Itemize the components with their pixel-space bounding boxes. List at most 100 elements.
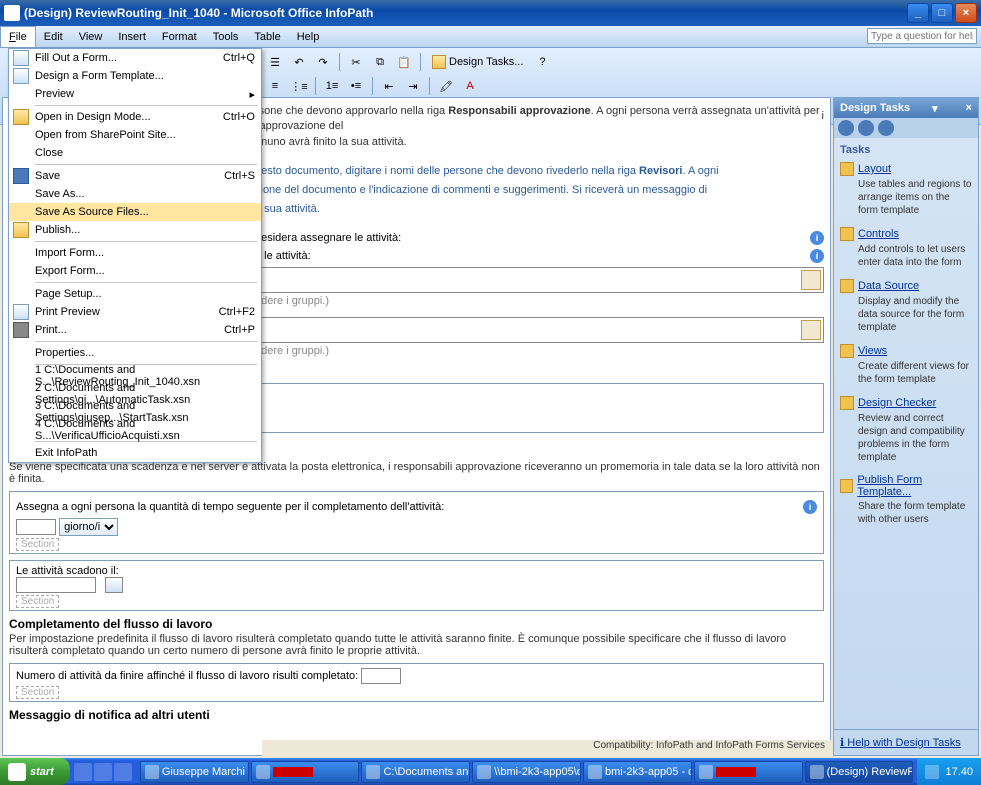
file-menu-item[interactable]: Design a Form Template...	[9, 67, 261, 85]
taskpane-link[interactable]: Layout	[840, 162, 972, 176]
nav-home-icon[interactable]	[878, 120, 894, 136]
quantity-input[interactable]	[16, 519, 56, 535]
menu-insert[interactable]: Insert	[110, 26, 154, 47]
taskbar-item[interactable]: (Design) ReviewR...	[805, 761, 914, 783]
toolbar-indent-icon[interactable]: ⇥	[402, 75, 424, 97]
menu-tools[interactable]: Tools	[205, 26, 247, 47]
taskbar-item[interactable]: bmi-2k3-app05 - d...	[583, 761, 692, 783]
file-menu-item[interactable]: Save As...	[9, 185, 261, 203]
assign-tasks-row: desidera assegnare le attività:i	[255, 231, 824, 245]
file-menu-item[interactable]: Save As Source Files...	[9, 203, 261, 221]
file-menu-item[interactable]: Properties...	[9, 344, 261, 362]
taskpane-link[interactable]: Design Checker	[840, 396, 972, 410]
task-icon	[840, 279, 854, 293]
menu-format[interactable]: Format	[154, 26, 205, 47]
taskpane-link[interactable]: Data Source	[840, 279, 972, 293]
deadline-input[interactable]	[16, 577, 96, 593]
address-book-icon[interactable]	[801, 320, 821, 340]
taskpane-link[interactable]: Publish Form Template...	[840, 474, 972, 498]
toolbar-undo-icon[interactable]: ↶	[288, 51, 310, 73]
info-icon[interactable]: i	[822, 109, 824, 124]
quicklaunch-desktop-icon[interactable]	[94, 763, 112, 781]
toolbar-highlight-icon[interactable]: 🖍	[435, 75, 457, 97]
start-button[interactable]: start	[0, 758, 70, 785]
toolbar-list2-icon[interactable]: ⋮≡	[288, 75, 310, 97]
close-button[interactable]: ×	[955, 3, 977, 23]
calendar-icon[interactable]	[105, 577, 123, 593]
nav-forward-icon[interactable]	[858, 120, 874, 136]
tasks-heading: Tasks	[840, 144, 972, 156]
tray-icon[interactable]	[925, 765, 939, 779]
toolbar-cut-icon[interactable]: ✂	[345, 51, 367, 73]
file-menu-item[interactable]: Export Form...	[9, 262, 261, 280]
taskbar-app-icon	[145, 765, 159, 779]
toolbar-help-icon[interactable]: ?	[531, 51, 553, 73]
taskpane-link[interactable]: Controls	[840, 227, 972, 241]
info-icon[interactable]: i	[803, 500, 817, 514]
toolbar-bullet-list-icon[interactable]: •≡	[345, 75, 367, 97]
info-icon[interactable]: i	[810, 231, 824, 245]
menu-edit[interactable]: Edit	[36, 26, 71, 47]
maximize-button[interactable]: □	[931, 3, 953, 23]
window-title: (Design) ReviewRouting_Init_1040 - Micro…	[24, 6, 907, 20]
task-icon	[840, 396, 854, 410]
section-handle[interactable]: Section	[16, 538, 59, 551]
file-menu-item[interactable]: Fill Out a Form...Ctrl+Q	[9, 49, 261, 67]
toolbar-fontcolor-icon[interactable]: A	[459, 75, 481, 97]
file-menu-item[interactable]: Print PreviewCtrl+F2	[9, 303, 261, 321]
taskpane-close-icon[interactable]: ×	[966, 102, 972, 114]
file-menu-item[interactable]: Open from SharePoint Site...	[9, 126, 261, 144]
menu-help[interactable]: Help	[289, 26, 328, 47]
toolbar-paste-icon[interactable]: 📋	[393, 51, 415, 73]
toolbar-bullets-icon[interactable]: ☰	[264, 51, 286, 73]
taskbar-item[interactable]	[251, 761, 360, 783]
toolbar-copy-icon[interactable]: ⧉	[369, 51, 391, 73]
task-icon	[840, 162, 854, 176]
file-menu-item[interactable]: 4 C:\Documents and S...\VerificaUfficioA…	[9, 421, 261, 439]
taskbar-item[interactable]	[694, 761, 803, 783]
num-activities-input[interactable]	[361, 668, 401, 684]
section-handle[interactable]: Section	[16, 686, 59, 699]
taskbar-app-icon	[256, 765, 270, 779]
quicklaunch-ie-icon[interactable]	[74, 763, 92, 781]
file-menu-item[interactable]: Close	[9, 144, 261, 162]
toolbar-design-tasks[interactable]: Design Tasks...	[426, 55, 529, 69]
menu-file[interactable]: File	[0, 26, 36, 47]
file-menu-item[interactable]: SaveCtrl+S	[9, 167, 261, 185]
taskbar-app-icon	[588, 765, 602, 779]
file-menu-item[interactable]: Import Form...	[9, 244, 261, 262]
file-menu-item[interactable]: Open in Design Mode...Ctrl+O	[9, 108, 261, 126]
taskbar-item[interactable]: C:\Documents and...	[361, 761, 470, 783]
windows-flag-icon	[8, 763, 26, 781]
section-handle[interactable]: Section	[16, 595, 59, 608]
info-icon[interactable]: i	[810, 249, 824, 263]
help-design-tasks-link[interactable]: ℹ Help with Design Tasks	[840, 737, 961, 749]
toolbar-outdent-icon[interactable]: ⇤	[378, 75, 400, 97]
toolbar-redo-icon[interactable]: ↷	[312, 51, 334, 73]
activities-row: e le attività:i	[255, 249, 824, 263]
taskbar-item[interactable]: \\bmi-2k3-app05\c...	[472, 761, 581, 783]
taskpane-desc: Share the form template with other users	[858, 500, 972, 526]
taskpane-link[interactable]: Views	[840, 344, 972, 358]
file-menu-item[interactable]: Print...Ctrl+P	[9, 321, 261, 339]
file-menu-item[interactable]: Exit InfoPath	[9, 444, 261, 462]
help-search[interactable]	[867, 28, 977, 46]
system-tray: 17.40	[917, 758, 981, 785]
address-book-icon[interactable]	[801, 270, 821, 290]
time-unit-select[interactable]: giorno/i	[59, 518, 118, 536]
taskpane-dropdown-icon[interactable]: ▾	[932, 102, 938, 115]
minimize-button[interactable]: _	[907, 3, 929, 23]
taskbar-item[interactable]: Giuseppe Marchi - ...	[140, 761, 249, 783]
toolbar-list1-icon[interactable]: ≡	[264, 75, 286, 97]
file-menu-item[interactable]: Page Setup...	[9, 285, 261, 303]
quicklaunch-app-icon[interactable]	[114, 763, 132, 781]
toolbar-numbered-list-icon[interactable]: 1≡	[321, 75, 343, 97]
file-menu-item[interactable]: Publish...	[9, 221, 261, 239]
menu-view[interactable]: View	[71, 26, 111, 47]
nav-back-icon[interactable]	[838, 120, 854, 136]
scadenza-desc: Se viene specificata una scadenza e nel …	[9, 461, 824, 485]
menu-table[interactable]: Table	[246, 26, 288, 47]
file-menu-item[interactable]: Preview▸	[9, 85, 261, 103]
help-search-input[interactable]	[867, 28, 977, 44]
window-titlebar: (Design) ReviewRouting_Init_1040 - Micro…	[0, 0, 981, 26]
